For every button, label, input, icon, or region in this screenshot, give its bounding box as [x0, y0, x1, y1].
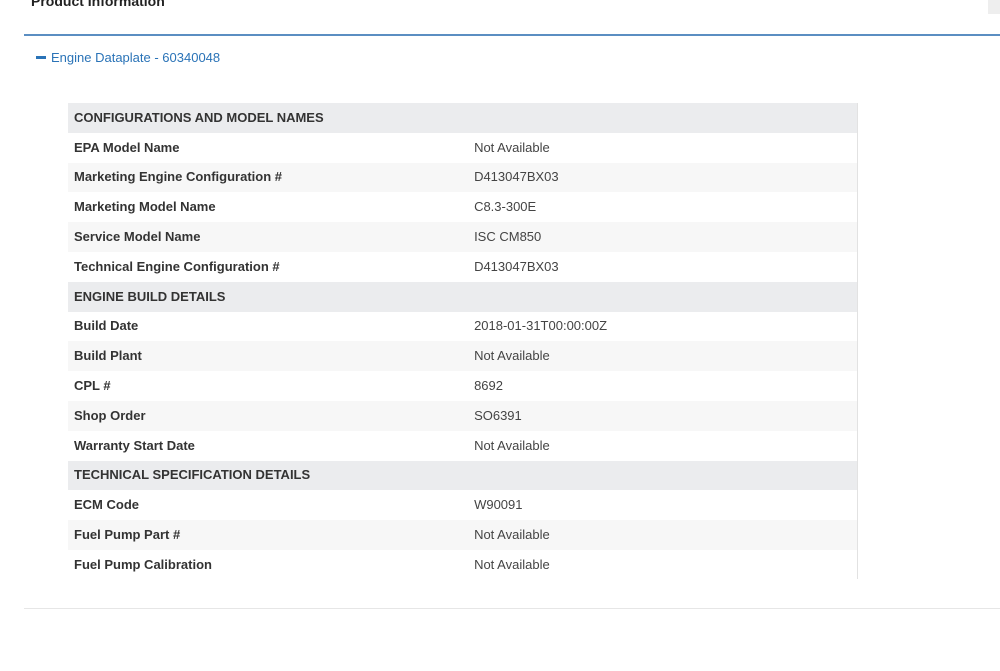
table-row: Shop Order SO6391 — [68, 400, 858, 431]
row-label: EPA Model Name — [68, 132, 469, 163]
row-value: 8692 — [468, 371, 858, 401]
row-value: Not Available — [468, 549, 858, 580]
section-divider — [24, 34, 1000, 36]
row-label: Service Model Name — [68, 222, 469, 252]
page-title: Product Information — [31, 0, 165, 9]
section-header-row: TECHNICAL SPECIFICATION DETAILS — [68, 460, 858, 491]
table-row: Build Plant Not Available — [68, 341, 858, 372]
table-row: Technical Engine Configuration # D413047… — [68, 251, 858, 282]
row-label: Build Date — [68, 311, 469, 342]
table-row: Marketing Model Name C8.3-300E — [68, 192, 858, 223]
row-value: C8.3-300E — [468, 192, 858, 223]
row-label: Shop Order — [68, 400, 469, 431]
row-value: Not Available — [468, 430, 858, 461]
table-row: Service Model Name ISC CM850 — [68, 222, 858, 252]
table-border — [857, 103, 858, 579]
dataplate-table: CONFIGURATIONS AND MODEL NAMES EPA Model… — [68, 103, 858, 580]
row-value: SO6391 — [468, 400, 858, 431]
table-row: Fuel Pump Calibration Not Available — [68, 549, 858, 580]
row-label: Fuel Pump Calibration — [68, 549, 469, 580]
bottom-divider — [24, 608, 1000, 609]
row-label: Warranty Start Date — [68, 430, 469, 461]
section-header-row: ENGINE BUILD DETAILS — [68, 281, 858, 312]
corner-mark — [988, 0, 1000, 14]
row-label: Build Plant — [68, 341, 469, 372]
section-header-row: CONFIGURATIONS AND MODEL NAMES — [68, 103, 858, 133]
table-row: Warranty Start Date Not Available — [68, 430, 858, 461]
row-label: CPL # — [68, 371, 469, 401]
engine-dataplate-accordion-toggle[interactable]: Engine Dataplate - 60340048 — [36, 48, 220, 66]
row-label: Marketing Engine Configuration # — [68, 162, 469, 193]
table-row: CPL # 8692 — [68, 371, 858, 401]
row-value: Not Available — [468, 132, 858, 163]
table-row: ECM Code W90091 — [68, 490, 858, 521]
section-heading: ENGINE BUILD DETAILS — [68, 281, 858, 312]
row-label: Marketing Model Name — [68, 192, 469, 223]
row-label: ECM Code — [68, 490, 469, 521]
table-row: EPA Model Name Not Available — [68, 132, 858, 163]
minus-icon[interactable] — [36, 55, 46, 59]
row-label: Fuel Pump Part # — [68, 520, 469, 550]
table-row: Build Date 2018-01-31T00:00:00Z — [68, 311, 858, 342]
row-value: Not Available — [468, 520, 858, 550]
section-heading: CONFIGURATIONS AND MODEL NAMES — [68, 103, 858, 133]
table-row: Fuel Pump Part # Not Available — [68, 520, 858, 550]
row-value: ISC CM850 — [468, 222, 858, 252]
row-value: D413047BX03 — [468, 162, 858, 193]
accordion-label[interactable]: Engine Dataplate - 60340048 — [51, 50, 220, 65]
row-value: Not Available — [468, 341, 858, 372]
row-value: 2018-01-31T00:00:00Z — [468, 311, 858, 342]
section-heading: TECHNICAL SPECIFICATION DETAILS — [68, 460, 858, 491]
row-label: Technical Engine Configuration # — [68, 251, 469, 282]
row-value: W90091 — [468, 490, 858, 521]
row-value: D413047BX03 — [468, 251, 858, 282]
table-row: Marketing Engine Configuration # D413047… — [68, 162, 858, 193]
